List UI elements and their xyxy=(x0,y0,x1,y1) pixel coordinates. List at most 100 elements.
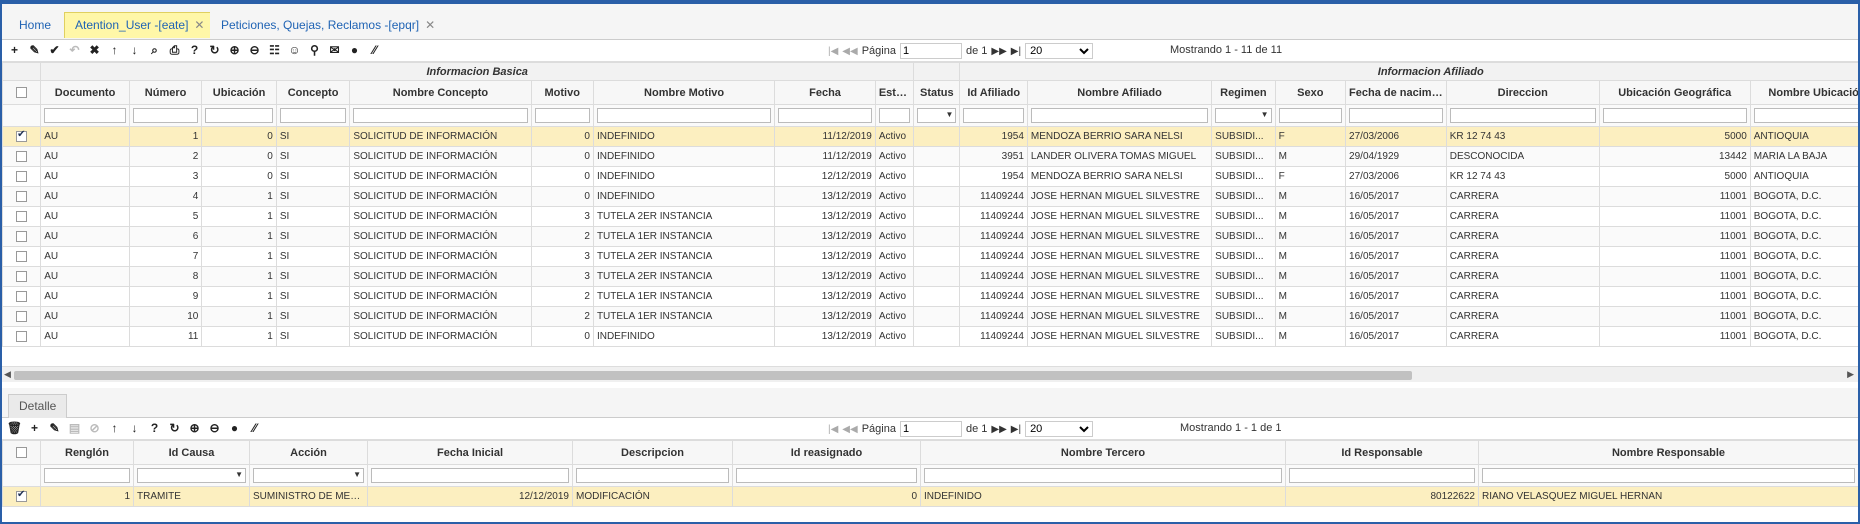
filter-input[interactable] xyxy=(44,108,126,123)
column-header[interactable]: Id Causa xyxy=(133,440,250,465)
column-header[interactable]: Fecha de nacimien xyxy=(1345,80,1447,105)
column-header[interactable]: Número xyxy=(128,80,203,105)
column-header[interactable]: Id reasignado xyxy=(732,440,921,465)
prev-page-button[interactable]: ◀◀ xyxy=(842,424,857,435)
column-header[interactable]: Concepto xyxy=(275,80,351,105)
tab-atention-user[interactable]: Atention_User -[eate] ✕ xyxy=(64,12,216,38)
column-header[interactable]: Nombre Motivo xyxy=(592,80,776,105)
resize-icon[interactable]: ⁄⁄ xyxy=(366,42,383,59)
trash-icon[interactable]: 🗑 xyxy=(6,420,23,437)
filter-select[interactable] xyxy=(137,468,246,483)
filter-input[interactable] xyxy=(353,108,528,123)
table-row[interactable]: AU 10 1 SI SOLICITUD DE INFORMACIÓN 2 TUTELA 1… xyxy=(2,306,1858,327)
save-icon[interactable]: ▤ xyxy=(66,420,83,437)
table-row[interactable]: AU 2 0 SI SOLICITUD DE INFORMACIÓN 0 INDEFINID… xyxy=(2,146,1858,167)
filter-input[interactable] xyxy=(576,468,729,483)
next-page-button[interactable]: ▶▶ xyxy=(991,424,1006,435)
table-row[interactable]: AU 6 1 SI SOLICITUD DE INFORMACIÓN 2 TUTELA 1E… xyxy=(2,226,1858,247)
table-row[interactable]: 1TRAMITESUMINISTRO DE MED...12/12/2019MO… xyxy=(2,486,1858,507)
table-row[interactable]: AU10SISOLICITUD DE INFORMACIÓN0INDEFINID… xyxy=(2,126,1858,147)
scroll-thumb[interactable] xyxy=(14,371,1412,380)
column-header[interactable]: Ubicación xyxy=(201,80,277,105)
arrow-up-icon[interactable]: ↑ xyxy=(106,42,123,59)
page-input[interactable] xyxy=(899,43,962,59)
table-row[interactable]: AU 5 1 SI SOLICITUD DE INFORMACIÓN 3 TUTELA 2E… xyxy=(2,206,1858,227)
arrow-up-icon[interactable]: ↑ xyxy=(106,420,123,437)
zoom-icon[interactable]: ⊕ xyxy=(186,420,203,437)
row-checkbox[interactable] xyxy=(16,129,28,142)
filter-input[interactable] xyxy=(279,108,347,123)
column-header[interactable]: Renglón xyxy=(40,440,134,465)
main-horizontal-scrollbar[interactable]: ◀ ▶ xyxy=(2,366,1858,382)
row-checkbox[interactable] xyxy=(16,270,28,282)
last-page-button[interactable]: ▶| xyxy=(1011,46,1021,57)
table-row[interactable]: AU 9 1 SI SOLICITUD DE INFORMACIÓN 2 TUTELA 1E… xyxy=(2,286,1858,307)
filter-select[interactable] xyxy=(253,468,364,483)
arrow-down-icon[interactable]: ↓ xyxy=(126,420,143,437)
add-circle-icon[interactable]: ● xyxy=(346,42,363,59)
filter-input[interactable] xyxy=(1482,468,1855,483)
column-header[interactable]: Fecha Inicial xyxy=(367,440,573,465)
column-header[interactable]: Regimen xyxy=(1211,80,1276,105)
filter-input[interactable] xyxy=(132,108,199,123)
close-icon[interactable]: ✕ xyxy=(194,18,204,32)
row-checkbox[interactable] xyxy=(16,330,28,342)
column-header[interactable]: Nombre Concepto xyxy=(349,80,532,105)
table-row[interactable]: AU 4 1 SI SOLICITUD DE INFORMACIÓN 0 INDEFINID… xyxy=(2,186,1858,207)
table-row[interactable]: AU 8 1 SI SOLICITUD DE INFORMACIÓN 3 TUTELA 2E… xyxy=(2,266,1858,287)
row-checkbox[interactable] xyxy=(16,230,28,242)
cancel-icon[interactable]: ⊘ xyxy=(86,420,103,437)
filter-input[interactable] xyxy=(371,468,569,483)
check-icon[interactable]: ✔ xyxy=(46,42,63,59)
filter-input[interactable] xyxy=(596,108,772,123)
refresh-icon[interactable]: ↻ xyxy=(206,42,223,59)
tab-home[interactable]: Home xyxy=(8,12,63,38)
column-header[interactable]: Nombre Afiliado xyxy=(1026,80,1213,105)
prev-page-button[interactable]: ◀◀ xyxy=(842,46,857,57)
mail-icon[interactable]: ✉ xyxy=(326,42,343,59)
row-checkbox[interactable] xyxy=(16,310,28,322)
column-header[interactable]: Nombre Tercero xyxy=(920,440,1286,465)
column-header[interactable]: Ubicación Geográfica xyxy=(1598,80,1751,105)
table-row[interactable]: AU 7 1 SI SOLICITUD DE INFORMACIÓN 3 TUTELA 2E… xyxy=(2,246,1858,267)
add-circle-icon[interactable]: ● xyxy=(226,420,243,437)
filter-input[interactable] xyxy=(44,468,130,483)
first-page-button[interactable]: |◀ xyxy=(828,46,838,57)
column-header[interactable]: Descripcion xyxy=(572,440,733,465)
scroll-right-icon[interactable]: ▶ xyxy=(1847,369,1854,380)
tab-pqr[interactable]: Peticiones, Quejas, Reclamos -[epqr] ✕ xyxy=(210,12,447,38)
row-checkbox[interactable] xyxy=(16,190,28,202)
select-all-checkbox[interactable] xyxy=(2,440,41,465)
filter-select[interactable] xyxy=(917,108,957,123)
pin-icon[interactable]: ⚲ xyxy=(306,42,323,59)
plus-icon[interactable]: + xyxy=(26,420,43,437)
column-header[interactable]: Nombre Responsable xyxy=(1478,440,1858,465)
filter-input[interactable] xyxy=(963,108,1024,123)
filter-input[interactable] xyxy=(534,108,590,123)
filter-input[interactable] xyxy=(1602,108,1747,123)
filter-input[interactable] xyxy=(1349,108,1443,123)
filter-input[interactable] xyxy=(736,468,917,483)
zoom-alt-icon[interactable]: ⊖ xyxy=(246,42,263,59)
page-size-select[interactable]: 20 xyxy=(1025,43,1094,59)
search-icon[interactable]: ⌕ xyxy=(146,42,163,59)
next-page-button[interactable]: ▶▶ xyxy=(991,46,1006,57)
page-input[interactable] xyxy=(899,421,962,437)
first-page-button[interactable]: |◀ xyxy=(828,424,838,435)
table-row[interactable]: AU 11 1 SI SOLICITUD DE INFORMACIÓN 0 INDEFINI… xyxy=(2,326,1858,347)
filter-input[interactable] xyxy=(1753,108,1858,123)
resize-icon[interactable]: ⁄⁄ xyxy=(246,420,263,437)
column-header[interactable]: Motivo xyxy=(530,80,594,105)
row-checkbox[interactable] xyxy=(16,170,28,182)
filter-input[interactable] xyxy=(1278,108,1343,123)
column-header[interactable]: Nombre Ubicación Ge xyxy=(1749,80,1858,105)
tab-detalle[interactable]: Detalle xyxy=(8,394,68,418)
column-header[interactable]: Acción xyxy=(249,440,368,465)
plus-icon[interactable]: + xyxy=(6,42,23,59)
table-row[interactable]: AU 3 0 SI SOLICITUD DE INFORMACIÓN 0 INDEFINID… xyxy=(2,166,1858,187)
help-icon[interactable]: ? xyxy=(146,420,163,437)
column-header[interactable]: Id Responsable xyxy=(1285,440,1479,465)
column-header[interactable]: Estado xyxy=(874,80,915,105)
page-size-select[interactable]: 20 xyxy=(1025,421,1094,437)
column-header[interactable]: Status xyxy=(913,80,961,105)
